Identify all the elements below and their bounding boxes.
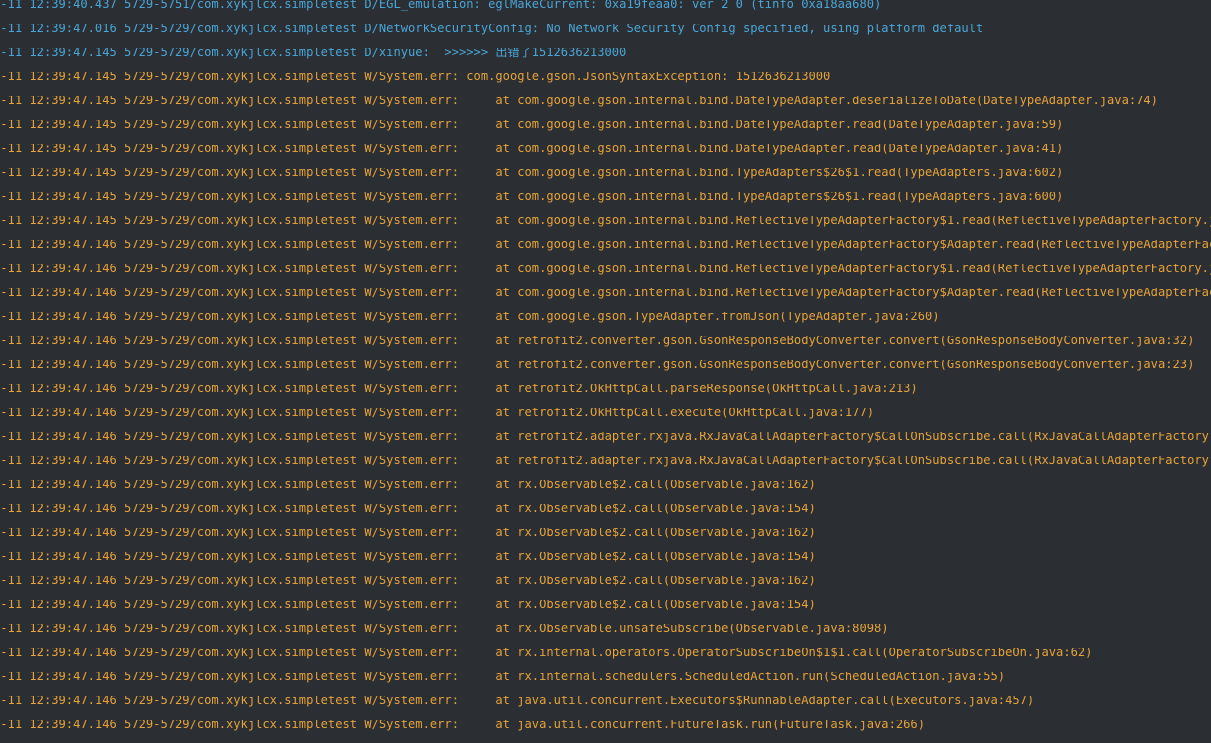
log-line-text: 2-11 12:39:47.145 5729-5729/com.xykjlcx.… bbox=[0, 120, 1064, 131]
log-line: 2-11 12:39:40.437 5729-5751/com.xykjlcx.… bbox=[0, 0, 1211, 24]
log-line-text: 2-11 12:39:47.146 5729-5729/com.xykjlcx.… bbox=[0, 696, 1035, 707]
log-line: 2-11 12:39:47.146 5729-5729/com.xykjlcx.… bbox=[0, 504, 1211, 528]
log-line: 2-11 12:39:47.145 5729-5729/com.xykjlcx.… bbox=[0, 192, 1211, 216]
log-line-text: 2-11 12:39:47.146 5729-5729/com.xykjlcx.… bbox=[0, 384, 918, 395]
log-line-text: 2-11 12:39:47.146 5729-5729/com.xykjlcx.… bbox=[0, 648, 1093, 659]
log-line-text: 2-11 12:39:47.145 5729-5729/com.xykjlcx.… bbox=[0, 96, 1158, 107]
log-line: 2-11 12:39:47.146 5729-5729/com.xykjlcx.… bbox=[0, 648, 1211, 672]
log-line-text: 2-11 12:39:47.146 5729-5729/com.xykjlcx.… bbox=[0, 552, 816, 563]
log-line-text: 2-11 12:39:47.146 5729-5729/com.xykjlcx.… bbox=[0, 600, 816, 611]
log-line-text: 2-11 12:39:47.146 5729-5729/com.xykjlcx.… bbox=[0, 432, 1211, 443]
log-line-text: 2-11 12:39:47.146 5729-5729/com.xykjlcx.… bbox=[0, 456, 1211, 467]
log-line-text: 2-11 12:39:47.145 5729-5729/com.xykjlcx.… bbox=[0, 216, 1211, 227]
log-line-text: 2-11 12:39:47.146 5729-5729/com.xykjlcx.… bbox=[0, 504, 816, 515]
log-line: 2-11 12:39:47.145 5729-5729/com.xykjlcx.… bbox=[0, 216, 1211, 240]
log-line: 2-11 12:39:47.145 5729-5729/com.xykjlcx.… bbox=[0, 168, 1211, 192]
log-line: 2-11 12:39:47.146 5729-5729/com.xykjlcx.… bbox=[0, 600, 1211, 624]
log-line: 2-11 12:39:47.146 5729-5729/com.xykjlcx.… bbox=[0, 408, 1211, 432]
log-line: 2-11 12:39:47.146 5729-5729/com.xykjlcx.… bbox=[0, 336, 1211, 360]
log-line: 2-11 12:39:47.146 5729-5729/com.xykjlcx.… bbox=[0, 456, 1211, 480]
log-line-text: 2-11 12:39:47.145 5729-5729/com.xykjlcx.… bbox=[0, 144, 1064, 155]
log-line: 2-11 12:39:47.146 5729-5729/com.xykjlcx.… bbox=[0, 384, 1211, 408]
log-line-text: 2-11 12:39:47.146 5729-5729/com.xykjlcx.… bbox=[0, 360, 1195, 371]
log-line: 2-11 12:39:47.146 5729-5729/com.xykjlcx.… bbox=[0, 624, 1211, 648]
log-line-text: 2-11 12:39:47.145 5729-5729/com.xykjlcx.… bbox=[0, 48, 627, 59]
log-line: 2-11 12:39:47.145 5729-5729/com.xykjlcx.… bbox=[0, 96, 1211, 120]
log-line: 2-11 12:39:47.146 5729-5729/com.xykjlcx.… bbox=[0, 672, 1211, 696]
log-line-text: 2-11 12:39:47.146 5729-5729/com.xykjlcx.… bbox=[0, 264, 1211, 275]
log-line: 2-11 12:39:47.146 5729-5729/com.xykjlcx.… bbox=[0, 240, 1211, 264]
log-line-text: 2-11 12:39:47.146 5729-5729/com.xykjlcx.… bbox=[0, 312, 940, 323]
log-line: 2-11 12:39:47.146 5729-5729/com.xykjlcx.… bbox=[0, 576, 1211, 600]
log-line: 2-11 12:39:47.146 5729-5729/com.xykjlcx.… bbox=[0, 432, 1211, 456]
logcat-output[interactable]: 2-11 12:39:40.437 5729-5751/com.xykjlcx.… bbox=[0, 0, 1211, 743]
log-line: 2-11 12:39:47.146 5729-5729/com.xykjlcx.… bbox=[0, 480, 1211, 504]
log-line: 2-11 12:39:47.146 5729-5729/com.xykjlcx.… bbox=[0, 696, 1211, 720]
log-line-text: 2-11 12:39:47.146 5729-5729/com.xykjlcx.… bbox=[0, 672, 1006, 683]
log-line: 2-11 12:39:47.146 5729-5729/com.xykjlcx.… bbox=[0, 288, 1211, 312]
log-line-text: 2-11 12:39:47.146 5729-5729/com.xykjlcx.… bbox=[0, 336, 1195, 347]
log-line: 2-11 12:39:47.145 5729-5729/com.xykjlcx.… bbox=[0, 144, 1211, 168]
log-line-text: 2-11 12:39:40.437 5729-5751/com.xykjlcx.… bbox=[0, 0, 882, 11]
log-line: 2-11 12:39:47.146 5729-5729/com.xykjlcx.… bbox=[0, 552, 1211, 576]
log-line-text: 2-11 12:39:47.145 5729-5729/com.xykjlcx.… bbox=[0, 72, 831, 83]
log-line-text: 2-11 12:39:47.146 5729-5729/com.xykjlcx.… bbox=[0, 576, 816, 587]
log-line-text: 2-11 12:39:47.146 5729-5729/com.xykjlcx.… bbox=[0, 720, 925, 731]
log-line-text: 2-11 12:39:47.146 5729-5729/com.xykjlcx.… bbox=[0, 240, 1211, 251]
log-line-text: 2-11 12:39:47.146 5729-5729/com.xykjlcx.… bbox=[0, 480, 816, 491]
log-line: 2-11 12:39:47.146 5729-5729/com.xykjlcx.… bbox=[0, 720, 1211, 743]
log-line-text: 2-11 12:39:47.145 5729-5729/com.xykjlcx.… bbox=[0, 192, 1064, 203]
log-line: 2-11 12:39:47.146 5729-5729/com.xykjlcx.… bbox=[0, 264, 1211, 288]
log-line-text: 2-11 12:39:47.146 5729-5729/com.xykjlcx.… bbox=[0, 408, 875, 419]
log-line-text: 2-11 12:39:47.016 5729-5729/com.xykjlcx.… bbox=[0, 24, 984, 35]
log-line: 2-11 12:39:47.145 5729-5729/com.xykjlcx.… bbox=[0, 120, 1211, 144]
log-line-text: 2-11 12:39:47.146 5729-5729/com.xykjlcx.… bbox=[0, 528, 816, 539]
log-line-text: 2-11 12:39:47.145 5729-5729/com.xykjlcx.… bbox=[0, 168, 1064, 179]
log-line: 2-11 12:39:47.146 5729-5729/com.xykjlcx.… bbox=[0, 528, 1211, 552]
log-line: 2-11 12:39:47.146 5729-5729/com.xykjlcx.… bbox=[0, 312, 1211, 336]
log-line-text: 2-11 12:39:47.146 5729-5729/com.xykjlcx.… bbox=[0, 288, 1211, 299]
log-line: 2-11 12:39:47.146 5729-5729/com.xykjlcx.… bbox=[0, 360, 1211, 384]
log-line-text: 2-11 12:39:47.146 5729-5729/com.xykjlcx.… bbox=[0, 624, 889, 635]
log-line: 2-11 12:39:47.016 5729-5729/com.xykjlcx.… bbox=[0, 24, 1211, 48]
log-line: 2-11 12:39:47.145 5729-5729/com.xykjlcx.… bbox=[0, 72, 1211, 96]
log-line: 2-11 12:39:47.145 5729-5729/com.xykjlcx.… bbox=[0, 48, 1211, 72]
